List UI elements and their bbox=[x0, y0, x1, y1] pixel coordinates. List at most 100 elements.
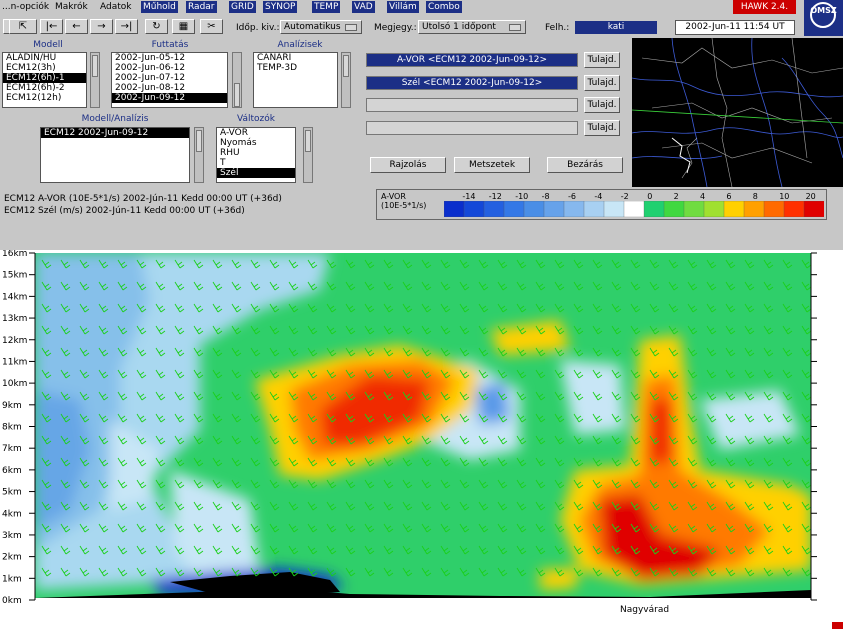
colorbar-swatch bbox=[523, 201, 545, 217]
cursor-icon[interactable]: ⇱ bbox=[9, 19, 37, 34]
list-item[interactable]: ECM12(6h)-1 bbox=[3, 73, 86, 83]
list-item[interactable]: 2002-Jun-06-12 bbox=[112, 63, 227, 73]
variable-field-4[interactable] bbox=[366, 121, 578, 135]
prev-icon[interactable]: ← bbox=[65, 19, 88, 34]
colorbar-swatch bbox=[463, 201, 485, 217]
list-item[interactable]: 2002-Jun-07-12 bbox=[112, 73, 227, 83]
futtatas-scrollbar[interactable] bbox=[232, 52, 242, 108]
colorbar-swatch bbox=[603, 201, 625, 217]
colorbar-tick-label: 6 bbox=[726, 192, 732, 201]
cross-section-plot[interactable]: 16km 15km 14km 13km 12km 11km 10km 9km 8km 7km 6km… bbox=[0, 250, 843, 629]
colorbar-swatch bbox=[683, 201, 705, 217]
loop-icon[interactable]: ↻ bbox=[145, 19, 168, 34]
list-item[interactable]: ECM12 2002-Jun-09-12 bbox=[41, 128, 189, 138]
menu-grid[interactable]: GRID bbox=[229, 1, 256, 13]
menu-villam[interactable]: Villám bbox=[387, 1, 419, 13]
variable-field-2[interactable]: Szél <ECM12 2002-Jun-09-12> bbox=[366, 76, 578, 90]
list-item[interactable]: A-VOR bbox=[217, 128, 295, 138]
menu-makrok[interactable]: Makrók bbox=[53, 1, 90, 13]
rajzolas-button[interactable]: Rajzolás bbox=[370, 157, 446, 173]
analizisek-list[interactable]: CANARI TEMP-3D bbox=[253, 52, 338, 108]
dropdown-icon bbox=[509, 24, 521, 31]
idop-kiv-select[interactable]: Automatikus bbox=[280, 20, 362, 34]
list-item[interactable]: Nyomás bbox=[217, 138, 295, 148]
first-icon[interactable]: |← bbox=[40, 19, 63, 34]
user-field[interactable]: kati bbox=[575, 21, 657, 34]
variable-field-1[interactable]: A-VOR <ECM12 2002-Jun-09-12> bbox=[366, 53, 578, 67]
bezaras-button[interactable]: Bezárás bbox=[547, 157, 623, 173]
list-item[interactable]: ALADIN/HU bbox=[3, 53, 86, 63]
list-item[interactable]: 2002-Jun-08-12 bbox=[112, 83, 227, 93]
metszetek-button[interactable]: Metszetek bbox=[454, 157, 530, 173]
app-badge: HAWK 2.4. bbox=[733, 0, 796, 14]
colorbar-swatch bbox=[763, 201, 785, 217]
tulajd-button-2[interactable]: Tulajd. bbox=[584, 75, 620, 91]
colorbar-tick-label: 20 bbox=[805, 192, 816, 201]
megjegy-value: Utolsó 1 időpont bbox=[422, 22, 496, 32]
scissors-icon[interactable]: ✂ bbox=[200, 19, 223, 34]
list-item[interactable]: RHU bbox=[217, 148, 295, 158]
futtatas-list[interactable]: 2002-Jun-05-12 2002-Jun-06-12 2002-Jun-0… bbox=[111, 52, 228, 108]
tulajd-button-1[interactable]: Tulajd. bbox=[584, 52, 620, 68]
menu-bar: ...n-opciók Makrók Adatok Műhold Radar G… bbox=[0, 0, 843, 15]
colorbar bbox=[444, 201, 824, 217]
menu-muhold[interactable]: Műhold bbox=[141, 1, 178, 13]
layout-grid-icon[interactable]: ▦ bbox=[172, 19, 195, 34]
valtozok-scrollbar[interactable] bbox=[303, 127, 313, 183]
logo-text: OMSZ bbox=[810, 6, 837, 15]
location-label-nagyvarad: Nagyvárad bbox=[620, 605, 669, 615]
y-tick-label: 1km bbox=[2, 574, 22, 584]
list-item[interactable]: 2002-Jun-09-12 bbox=[112, 93, 227, 103]
list-item[interactable]: ECM12(3h) bbox=[3, 63, 86, 73]
list-item[interactable]: T bbox=[217, 158, 295, 168]
tulajd-button-3[interactable]: Tulajd. bbox=[584, 97, 620, 113]
list-item[interactable]: ECM12(6h)-2 bbox=[3, 83, 86, 93]
menu-vad[interactable]: VAD bbox=[352, 1, 375, 13]
menu-adatok[interactable]: Adatok bbox=[98, 1, 133, 13]
list-item[interactable]: Szél bbox=[217, 168, 295, 178]
last-icon[interactable]: →| bbox=[115, 19, 138, 34]
valtozok-list[interactable]: A-VOR Nyomás RHU T Szél bbox=[216, 127, 296, 183]
y-tick-label: 10km bbox=[2, 379, 27, 389]
map-thumbnail[interactable] bbox=[632, 38, 843, 187]
colorbar-tick-label: 10 bbox=[779, 192, 790, 201]
list-item[interactable]: CANARI bbox=[254, 53, 337, 63]
colorbar-tick-label: 8 bbox=[752, 192, 758, 201]
y-tick-label: 14km bbox=[2, 292, 27, 302]
colorbar-tick-label: -14 bbox=[462, 192, 476, 201]
colorbar-swatch bbox=[703, 201, 725, 217]
list-item[interactable]: 2002-Jun-05-12 bbox=[112, 53, 227, 63]
megjegy-select[interactable]: Utolsó 1 időpont bbox=[418, 20, 526, 34]
analizisek-scrollbar[interactable] bbox=[341, 52, 351, 108]
menu-radar[interactable]: Radar bbox=[186, 1, 217, 13]
colorbar-tick-label: -6 bbox=[568, 192, 576, 201]
modell-analizis-scrollbar[interactable] bbox=[194, 127, 204, 183]
modell-title: Modell bbox=[33, 40, 63, 50]
y-tick-label: 11km bbox=[2, 357, 27, 367]
menu-temp[interactable]: TEMP bbox=[312, 1, 341, 13]
colorbar-tick-label: -8 bbox=[541, 192, 550, 201]
colorbar-tick-label: -4 bbox=[594, 192, 603, 201]
idop-kiv-value: Automatikus bbox=[284, 22, 341, 32]
colorbar-swatch bbox=[543, 201, 565, 217]
colorbar-swatch bbox=[803, 201, 824, 217]
y-tick-label: 9km bbox=[2, 401, 22, 411]
menu-opciok[interactable]: ...n-opciók bbox=[0, 1, 51, 13]
variable-field-3[interactable] bbox=[366, 98, 578, 112]
list-item[interactable]: TEMP-3D bbox=[254, 63, 337, 73]
list-item[interactable]: ECM12(12h) bbox=[3, 93, 86, 103]
modell-list[interactable]: ALADIN/HU ECM12(3h) ECM12(6h)-1 ECM12(6h… bbox=[2, 52, 87, 108]
menu-synop[interactable]: SYNOP bbox=[263, 1, 298, 13]
legend-title-1: A-VOR bbox=[381, 192, 406, 201]
menu-combo[interactable]: Combo bbox=[426, 1, 462, 13]
idop-kiv-label: Időp. kiv.: bbox=[236, 23, 280, 33]
next-icon[interactable]: → bbox=[90, 19, 113, 34]
felh-label: Felh.: bbox=[545, 23, 570, 33]
dropdown-icon bbox=[345, 24, 357, 31]
tulajd-button-4[interactable]: Tulajd. bbox=[584, 120, 620, 136]
colorbar-tick-label: 4 bbox=[700, 192, 706, 201]
analizisek-title: Analízisek bbox=[277, 40, 323, 50]
modell-analizis-list[interactable]: ECM12 2002-Jun-09-12 bbox=[40, 127, 190, 183]
colorbar-swatch bbox=[663, 201, 685, 217]
modell-scrollbar[interactable] bbox=[90, 52, 100, 108]
